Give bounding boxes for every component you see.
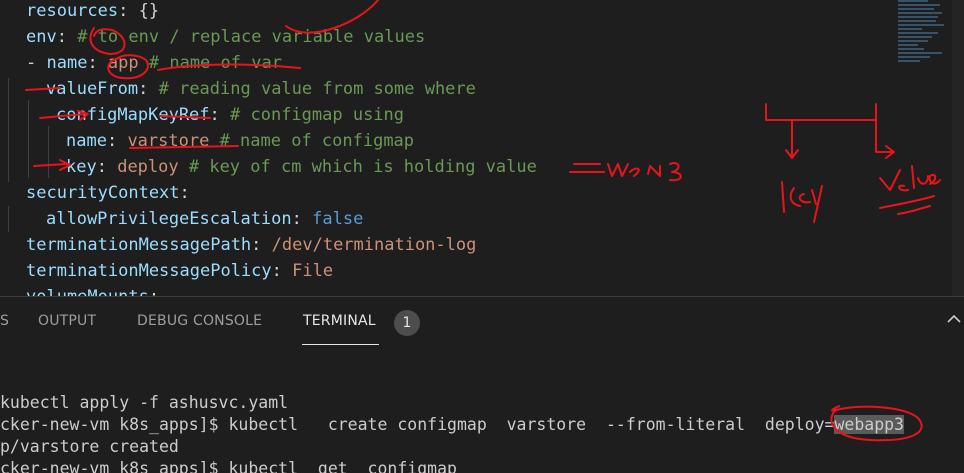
minimap[interactable] [898,0,946,80]
terminal-line: p/varstore created [0,437,179,456]
indent-guide [28,100,29,178]
yaml-value: deploy [117,157,179,177]
yaml-value: false [312,209,364,229]
indent-guide [48,126,49,178]
terminal-line: cker-new-vm k8s_apps]$ kubectl create co… [0,415,904,434]
terminal-count-badge: 1 [394,310,420,336]
ink-bracket-top [765,103,877,121]
yaml-key: valueFrom [46,79,139,99]
yaml-key: volumeMounts [26,287,149,296]
yaml-value: File [292,261,334,281]
indent-guide [8,206,9,232]
yaml-comment: # key of cm which is holding value [178,157,537,177]
code-line-env: env: # to env / replace variable values [26,27,426,47]
yaml-key: terminationMessagePolicy [26,261,272,281]
yaml-key: terminationMessagePath [26,235,252,255]
terminal-selection: webapp3 [834,415,904,434]
yaml-key: configMapKeyRef [56,105,210,125]
yaml-key: name [66,131,107,151]
active-tab-indicator [302,344,379,345]
yaml-key: allowPrivilegeEscalation [46,209,292,229]
code-line-configmapkeyref: configMapKeyRef: # configmap using [56,105,405,125]
ink-arrow-left-down [785,119,799,159]
chevron-up-icon[interactable] [944,309,964,329]
yaml-value: {} [138,1,160,21]
ink-text-wen3 [607,162,682,182]
yaml-comment: # reading value from some where [158,79,476,99]
yaml-comment: # configmap using [230,105,405,125]
indent-guide [8,78,9,182]
yaml-key: resources [26,1,119,21]
yaml-value: varstore [127,131,210,151]
yaml-comment: # name of var [138,53,282,73]
yaml-value: /dev/termination-log [271,235,477,255]
code-line-volumemounts: volumeMounts: [26,284,159,296]
panel-tab-bar: S OUTPUT DEBUG CONSOLE TERMINAL 1 [0,296,964,349]
yaml-key: key [66,157,97,177]
yaml-key: name [46,53,88,73]
code-line-cm-key: key: deploy # key of cm which is holding… [66,157,537,177]
code-editor[interactable]: resources: {} env: # to env / replace va… [0,0,964,296]
yaml-key: env [26,27,57,47]
tab-terminal[interactable]: TERMINAL [303,313,376,329]
code-line-securitycontext: securityContext: [26,183,190,203]
code-line-termination-path: terminationMessagePath: /dev/termination… [26,235,477,255]
tab-output[interactable]: OUTPUT [38,313,96,329]
ink-text-key [781,181,823,223]
terminal-line: cker-new-vm k8s_apps]$ kubectl get confi… [0,459,457,473]
tab-debug-console[interactable]: DEBUG CONSOLE [137,313,262,329]
code-line-valuefrom: valueFrom: # reading value from some whe… [46,79,476,99]
ink-arrow-key [33,159,71,171]
yaml-comment: # to env / replace variable values [77,27,426,47]
terminal-line: kubectl apply -f ashusvc.yaml [0,393,289,412]
ink-arrow-right [875,119,895,159]
ink-equals [569,163,605,173]
yaml-comment: # name of configmap [209,131,415,151]
ink-underline-value [879,195,935,215]
tab-problems[interactable]: S [0,313,9,329]
terminal-output[interactable]: kubectl apply -f ashusvc.yaml cker-new-v… [0,348,964,473]
code-line-termination-policy: terminationMessagePolicy: File [26,261,334,281]
code-line-env-name: - name: app # name of var [26,53,282,73]
code-line-cm-name: name: varstore # name of configmap [66,131,415,151]
code-line-resources: resources: {} [26,1,160,21]
yaml-key: securityContext [26,183,180,203]
vertical-scrollbar[interactable] [952,0,964,296]
ink-text-value [879,165,941,192]
yaml-value: app [107,53,139,73]
code-line-allowprivilege: allowPrivilegeEscalation: false [46,209,364,229]
